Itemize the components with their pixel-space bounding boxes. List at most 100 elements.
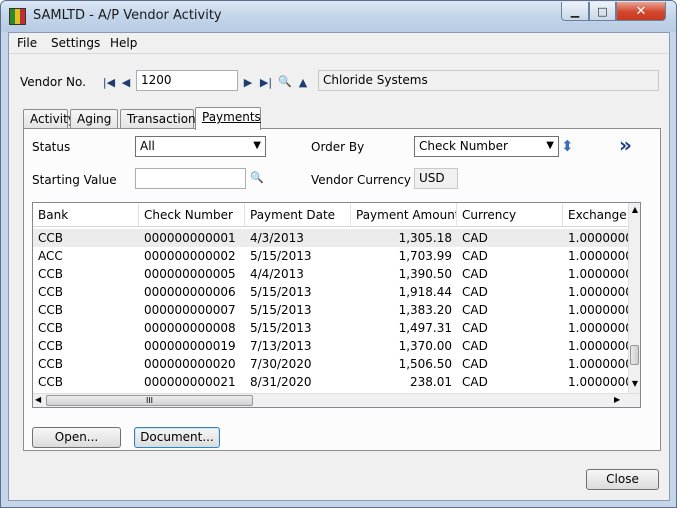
vertical-scrollbar[interactable]: ▲ ▼: [628, 203, 640, 393]
cell-currency: CAD: [462, 285, 488, 299]
cell-payment-date: 5/15/2013: [250, 321, 312, 335]
status-select[interactable]: All ▼: [135, 136, 266, 157]
cell-payment-amount: 1,390.50: [398, 267, 452, 281]
tab-transactions[interactable]: Transactions: [120, 109, 202, 129]
horizontal-scroll-thumb[interactable]: III: [46, 395, 253, 406]
scroll-left-icon[interactable]: ◀: [35, 395, 41, 404]
cell-exchange-rate: 1.0000000: [568, 285, 629, 299]
column-header-exchange-rate[interactable]: Exchange R: [563, 203, 629, 227]
cell-currency: CAD: [462, 339, 488, 353]
window-close-button[interactable]: ✕: [616, 2, 666, 21]
sort-direction-icon[interactable]: ⬍: [561, 137, 574, 155]
nav-next-icon[interactable]: ▶: [242, 76, 254, 89]
cell-exchange-rate: 1.0000000: [568, 249, 629, 263]
zoom-up-icon[interactable]: ▲: [297, 76, 309, 89]
open-button[interactable]: Open...: [32, 427, 121, 448]
window-title: SAMLTD - A/P Vendor Activity: [33, 8, 222, 23]
table-row[interactable]: ACC 000000000002 5/15/2013 1,703.99 CAD 1.000…: [33, 247, 629, 265]
title-bar[interactable]: SAMLTD - A/P Vendor Activity ▁ □ ✕: [1, 1, 676, 32]
starting-value-label: Starting Value: [32, 173, 117, 187]
nav-last-icon[interactable]: ▶|: [258, 76, 274, 89]
table-row[interactable]: CCB 000000000005 4/4/2013 1,390.50 CAD 1.0000…: [33, 265, 629, 283]
cell-bank: CCB: [38, 357, 63, 371]
menu-file[interactable]: File: [17, 36, 37, 50]
menu-settings[interactable]: Settings: [51, 36, 100, 50]
vendor-number-label: Vendor No.: [20, 75, 86, 89]
horizontal-scrollbar[interactable]: ◀ III ▶: [33, 393, 640, 407]
cell-check-number: 000000000006: [144, 285, 236, 299]
vendor-number-input[interactable]: 1200: [136, 70, 238, 91]
cell-exchange-rate: 1.0000000: [568, 231, 629, 245]
client-area: File Settings Help Vendor No. |◀ ◀ 1200 …: [8, 32, 670, 501]
cell-check-number: 000000000001: [144, 231, 236, 245]
column-header-currency[interactable]: Currency: [457, 203, 563, 227]
close-button[interactable]: Close: [586, 469, 659, 490]
menu-help[interactable]: Help: [110, 36, 137, 50]
cell-payment-amount: 1,383.20: [398, 303, 452, 317]
status-label: Status: [32, 140, 71, 154]
vendor-name-field: Chloride Systems: [318, 70, 659, 91]
cell-payment-date: 4/4/2013: [250, 267, 304, 281]
vendor-finder-icon[interactable]: 🔍: [278, 75, 292, 88]
order-by-value: Check Number: [419, 139, 508, 153]
tab-activity[interactable]: Activity: [23, 109, 75, 129]
nav-first-icon[interactable]: |◀: [101, 76, 117, 89]
tab-payments[interactable]: Payments: [195, 107, 261, 130]
cell-bank: CCB: [38, 321, 63, 335]
cell-check-number: 000000000008: [144, 321, 236, 335]
table-row[interactable]: CCB 000000000020 7/30/2020 1,506.50 CAD 1.000…: [33, 355, 629, 373]
vendor-currency-field: USD: [414, 168, 458, 189]
cell-bank: ACC: [38, 249, 63, 263]
vertical-scroll-thumb[interactable]: [630, 345, 639, 365]
nav-prev-icon[interactable]: ◀: [120, 76, 132, 89]
cell-currency: CAD: [462, 303, 488, 317]
search-icon[interactable]: 🔍: [250, 171, 264, 184]
table-row[interactable]: CCB 000000000008 5/15/2013 1,497.31 CAD 1.000…: [33, 319, 629, 337]
cell-check-number: 000000000005: [144, 267, 236, 281]
chevron-down-icon: ▼: [546, 140, 554, 151]
cell-bank: CCB: [38, 231, 63, 245]
order-by-label: Order By: [311, 140, 365, 154]
app-window: SAMLTD - A/P Vendor Activity ▁ □ ✕ File …: [0, 0, 677, 508]
cell-payment-amount: 1,370.00: [398, 339, 452, 353]
cell-exchange-rate: 1.0000000: [568, 339, 629, 353]
scroll-down-icon[interactable]: ▼: [629, 379, 640, 388]
column-header-bank[interactable]: Bank: [33, 203, 139, 227]
cell-check-number: 000000000019: [144, 339, 236, 353]
cell-payment-amount: 1,703.99: [398, 249, 452, 263]
cell-currency: CAD: [462, 321, 488, 335]
cell-currency: CAD: [462, 249, 488, 263]
maximize-button[interactable]: □: [589, 2, 616, 21]
minimize-button[interactable]: ▁: [561, 2, 589, 21]
table-row[interactable]: CCB 000000000019 7/13/2013 1,370.00 CAD 1.000…: [33, 337, 629, 355]
cell-exchange-rate: 1.0000000: [568, 321, 629, 335]
table-row[interactable]: CCB 000000000001 4/3/2013 1,305.18 CAD 1.0000…: [33, 229, 629, 247]
cell-exchange-rate: 1.0000000: [568, 267, 629, 281]
scroll-right-icon[interactable]: ▶: [614, 395, 620, 404]
cell-payment-date: 8/31/2020: [250, 375, 312, 389]
grid-header: Bank Check Number Payment Date Payment A…: [33, 203, 640, 227]
payments-grid[interactable]: Bank Check Number Payment Date Payment A…: [32, 202, 641, 408]
table-row[interactable]: CCB 000000000006 5/15/2013 1,918.44 CAD 1.000…: [33, 283, 629, 301]
table-row[interactable]: CCB 000000000007 5/15/2013 1,383.20 CAD 1.000…: [33, 301, 629, 319]
cell-payment-amount: 1,506.50: [398, 357, 452, 371]
cell-payment-amount: 1,918.44: [398, 285, 452, 299]
scroll-up-icon[interactable]: ▲: [629, 205, 640, 214]
table-row[interactable]: CCB 000000000021 8/31/2020 238.01 CAD 1.00000…: [33, 373, 629, 391]
starting-value-input[interactable]: [135, 168, 246, 189]
cell-currency: CAD: [462, 375, 488, 389]
cell-exchange-rate: 1.0000000: [568, 375, 629, 389]
cell-check-number: 000000000002: [144, 249, 236, 263]
cell-bank: CCB: [38, 267, 63, 281]
tab-payments-label: Payments: [202, 110, 261, 124]
tab-aging[interactable]: Aging: [70, 109, 118, 129]
order-by-select[interactable]: Check Number ▼: [414, 136, 559, 157]
column-header-check-number[interactable]: Check Number: [139, 203, 245, 227]
column-header-payment-amount[interactable]: Payment Amount: [351, 203, 457, 227]
document-button[interactable]: Document...: [134, 427, 220, 448]
more-fields-icon[interactable]: »: [619, 133, 632, 157]
cell-currency: CAD: [462, 231, 488, 245]
cell-check-number: 000000000020: [144, 357, 236, 371]
cell-payment-date: 7/30/2020: [250, 357, 312, 371]
column-header-payment-date[interactable]: Payment Date: [245, 203, 351, 227]
